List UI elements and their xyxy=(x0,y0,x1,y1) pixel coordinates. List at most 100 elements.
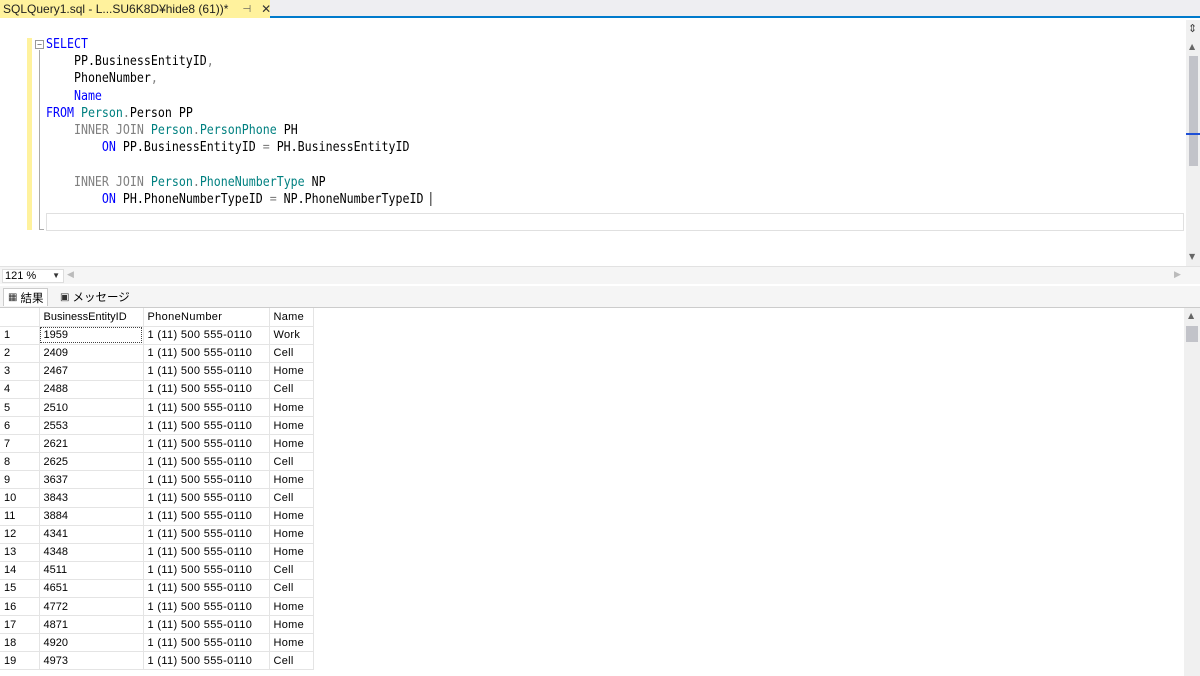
code-line[interactable]: ON PH.PhoneNumberTypeID = NP.PhoneNumber… xyxy=(46,191,432,208)
cell-phonenumber[interactable]: 1 (11) 500 555-0110 xyxy=(143,488,270,508)
table-row[interactable]: 16 4772 1 (11) 500 555-0110 Home xyxy=(0,597,314,617)
cell-phonenumber[interactable]: 1 (11) 500 555-0110 xyxy=(143,579,270,599)
table-row[interactable]: 4 2488 1 (11) 500 555-0110 Cell xyxy=(0,380,314,399)
table-row[interactable]: 10 3843 1 (11) 500 555-0110 Cell xyxy=(0,488,314,508)
cell-name[interactable]: Home xyxy=(269,615,314,635)
code-line[interactable]: Name xyxy=(46,88,431,105)
cell-name[interactable]: Cell xyxy=(269,344,314,363)
cell-phonenumber[interactable]: 1 (11) 500 555-0110 xyxy=(143,380,270,399)
cell-businessentityid[interactable]: 4871 xyxy=(39,615,144,635)
scroll-left-icon[interactable]: ◀ xyxy=(67,270,74,280)
cell-phonenumber[interactable]: 1 (11) 500 555-0110 xyxy=(143,362,270,381)
row-number[interactable]: 2 xyxy=(0,344,40,363)
row-number[interactable]: 3 xyxy=(0,362,40,381)
row-number[interactable]: 8 xyxy=(0,452,40,472)
cell-name[interactable]: Home xyxy=(269,525,314,544)
row-number[interactable]: 13 xyxy=(0,543,40,562)
cell-businessentityid[interactable]: 4772 xyxy=(39,597,144,617)
row-number[interactable]: 15 xyxy=(0,579,40,599)
scroll-thumb[interactable] xyxy=(1186,326,1198,342)
tab-messages[interactable]: ▣ メッセージ xyxy=(56,288,134,306)
code-line[interactable]: SELECT xyxy=(46,36,431,53)
cell-businessentityid[interactable]: 4920 xyxy=(39,633,144,653)
table-row[interactable]: 13 4348 1 (11) 500 555-0110 Home xyxy=(0,543,314,562)
table-row[interactable]: 5 2510 1 (11) 500 555-0110 Home xyxy=(0,398,314,418)
cell-businessentityid[interactable]: 3843 xyxy=(39,488,144,508)
table-row[interactable]: 1 1959 1 (11) 500 555-0110 Work xyxy=(0,326,314,345)
cell-businessentityid[interactable]: 4511 xyxy=(39,561,144,580)
table-row[interactable]: 7 2621 1 (11) 500 555-0110 Home xyxy=(0,434,314,454)
row-number[interactable]: 11 xyxy=(0,507,40,526)
table-row[interactable]: 19 4973 1 (11) 500 555-0110 Cell xyxy=(0,651,314,671)
row-number[interactable]: 4 xyxy=(0,380,40,399)
column-header-phonenumber[interactable]: PhoneNumber xyxy=(143,308,270,327)
cell-name[interactable]: Work xyxy=(269,326,314,345)
cell-businessentityid[interactable]: 3884 xyxy=(39,507,144,526)
scroll-right-icon[interactable]: ▶ xyxy=(1174,270,1181,280)
grid-vertical-scrollbar[interactable]: ▲ xyxy=(1184,308,1200,676)
cell-name[interactable]: Home xyxy=(269,416,314,436)
cell-phonenumber[interactable]: 1 (11) 500 555-0110 xyxy=(143,597,270,617)
cell-name[interactable]: Home xyxy=(269,470,314,490)
table-row[interactable]: 2 2409 1 (11) 500 555-0110 Cell xyxy=(0,344,314,363)
cell-phonenumber[interactable]: 1 (11) 500 555-0110 xyxy=(143,633,270,653)
cell-phonenumber[interactable]: 1 (11) 500 555-0110 xyxy=(143,561,270,580)
row-number[interactable]: 6 xyxy=(0,416,40,436)
table-row[interactable]: 3 2467 1 (11) 500 555-0110 Home xyxy=(0,362,314,381)
cell-name[interactable]: Cell xyxy=(269,561,314,580)
cell-name[interactable]: Cell xyxy=(269,651,314,671)
cell-name[interactable]: Cell xyxy=(269,488,314,508)
table-row[interactable]: 9 3637 1 (11) 500 555-0110 Home xyxy=(0,470,314,490)
collapse-icon[interactable]: − xyxy=(35,40,44,49)
scroll-up-icon[interactable]: ▲ xyxy=(1189,42,1195,51)
cell-name[interactable]: Home xyxy=(269,434,314,454)
table-row[interactable]: 6 2553 1 (11) 500 555-0110 Home xyxy=(0,416,314,436)
row-number[interactable]: 10 xyxy=(0,488,40,508)
column-header-name[interactable]: Name xyxy=(269,308,314,327)
code-line[interactable]: ON PP.BusinessEntityID = PH.BusinessEnti… xyxy=(46,139,431,156)
cell-phonenumber[interactable]: 1 (11) 500 555-0110 xyxy=(143,615,270,635)
cell-businessentityid[interactable]: 4973 xyxy=(39,651,144,671)
row-number[interactable]: 14 xyxy=(0,561,40,580)
sql-editor[interactable]: − SELECT PP.BusinessEntityID, PhoneNumbe… xyxy=(0,20,1200,266)
row-number[interactable]: 12 xyxy=(0,525,40,544)
table-row[interactable]: 8 2625 1 (11) 500 555-0110 Cell xyxy=(0,452,314,472)
cell-name[interactable]: Home xyxy=(269,633,314,653)
scroll-thumb[interactable] xyxy=(1189,56,1198,166)
row-number[interactable]: 9 xyxy=(0,470,40,490)
code-line[interactable]: PP.BusinessEntityID, xyxy=(46,53,431,70)
code-text[interactable]: SELECT PP.BusinessEntityID, PhoneNumber,… xyxy=(46,36,432,208)
cell-phonenumber[interactable]: 1 (11) 500 555-0110 xyxy=(143,434,270,454)
row-number[interactable]: 7 xyxy=(0,434,40,454)
code-line[interactable]: FROM Person.Person PP xyxy=(46,105,431,122)
cell-name[interactable]: Home xyxy=(269,597,314,617)
row-number-header[interactable] xyxy=(0,308,40,327)
split-window-icon[interactable]: ⇕ xyxy=(1188,22,1197,35)
zoom-dropdown[interactable]: 121 % ▼ xyxy=(2,269,64,283)
row-number[interactable]: 17 xyxy=(0,615,40,635)
code-line[interactable]: INNER JOIN Person.PersonPhone PH xyxy=(46,122,431,139)
cell-businessentityid[interactable]: 2510 xyxy=(39,398,144,418)
row-number[interactable]: 16 xyxy=(0,597,40,617)
tab-results[interactable]: ▦ 結果 xyxy=(3,288,49,306)
cell-businessentityid[interactable]: 4651 xyxy=(39,579,144,599)
scroll-down-icon[interactable]: ▼ xyxy=(1189,252,1195,261)
code-line[interactable] xyxy=(46,156,431,173)
cell-phonenumber[interactable]: 1 (11) 500 555-0110 xyxy=(143,416,270,436)
cell-businessentityid[interactable]: 4341 xyxy=(39,525,144,544)
results-grid[interactable]: BusinessEntityID PhoneNumber Name 1 1959 1… xyxy=(0,308,1184,676)
cell-businessentityid[interactable]: 2625 xyxy=(39,452,144,472)
cell-businessentityid[interactable]: 2553 xyxy=(39,416,144,436)
cell-businessentityid[interactable]: 4348 xyxy=(39,543,144,562)
cell-name[interactable]: Cell xyxy=(269,380,314,399)
cell-phonenumber[interactable]: 1 (11) 500 555-0110 xyxy=(143,452,270,472)
cell-businessentityid[interactable]: 2488 xyxy=(39,380,144,399)
column-header-businessentityid[interactable]: BusinessEntityID xyxy=(39,308,144,327)
cell-phonenumber[interactable]: 1 (11) 500 555-0110 xyxy=(143,525,270,544)
cell-name[interactable]: Home xyxy=(269,507,314,526)
query-document-tab[interactable]: SQLQuery1.sql - L...SU6K8D¥hide8 (61))* … xyxy=(0,0,271,18)
cell-phonenumber[interactable]: 1 (11) 500 555-0110 xyxy=(143,651,270,671)
cell-businessentityid[interactable]: 3637 xyxy=(39,470,144,490)
table-row[interactable]: 15 4651 1 (11) 500 555-0110 Cell xyxy=(0,579,314,599)
cell-phonenumber[interactable]: 1 (11) 500 555-0110 xyxy=(143,344,270,363)
